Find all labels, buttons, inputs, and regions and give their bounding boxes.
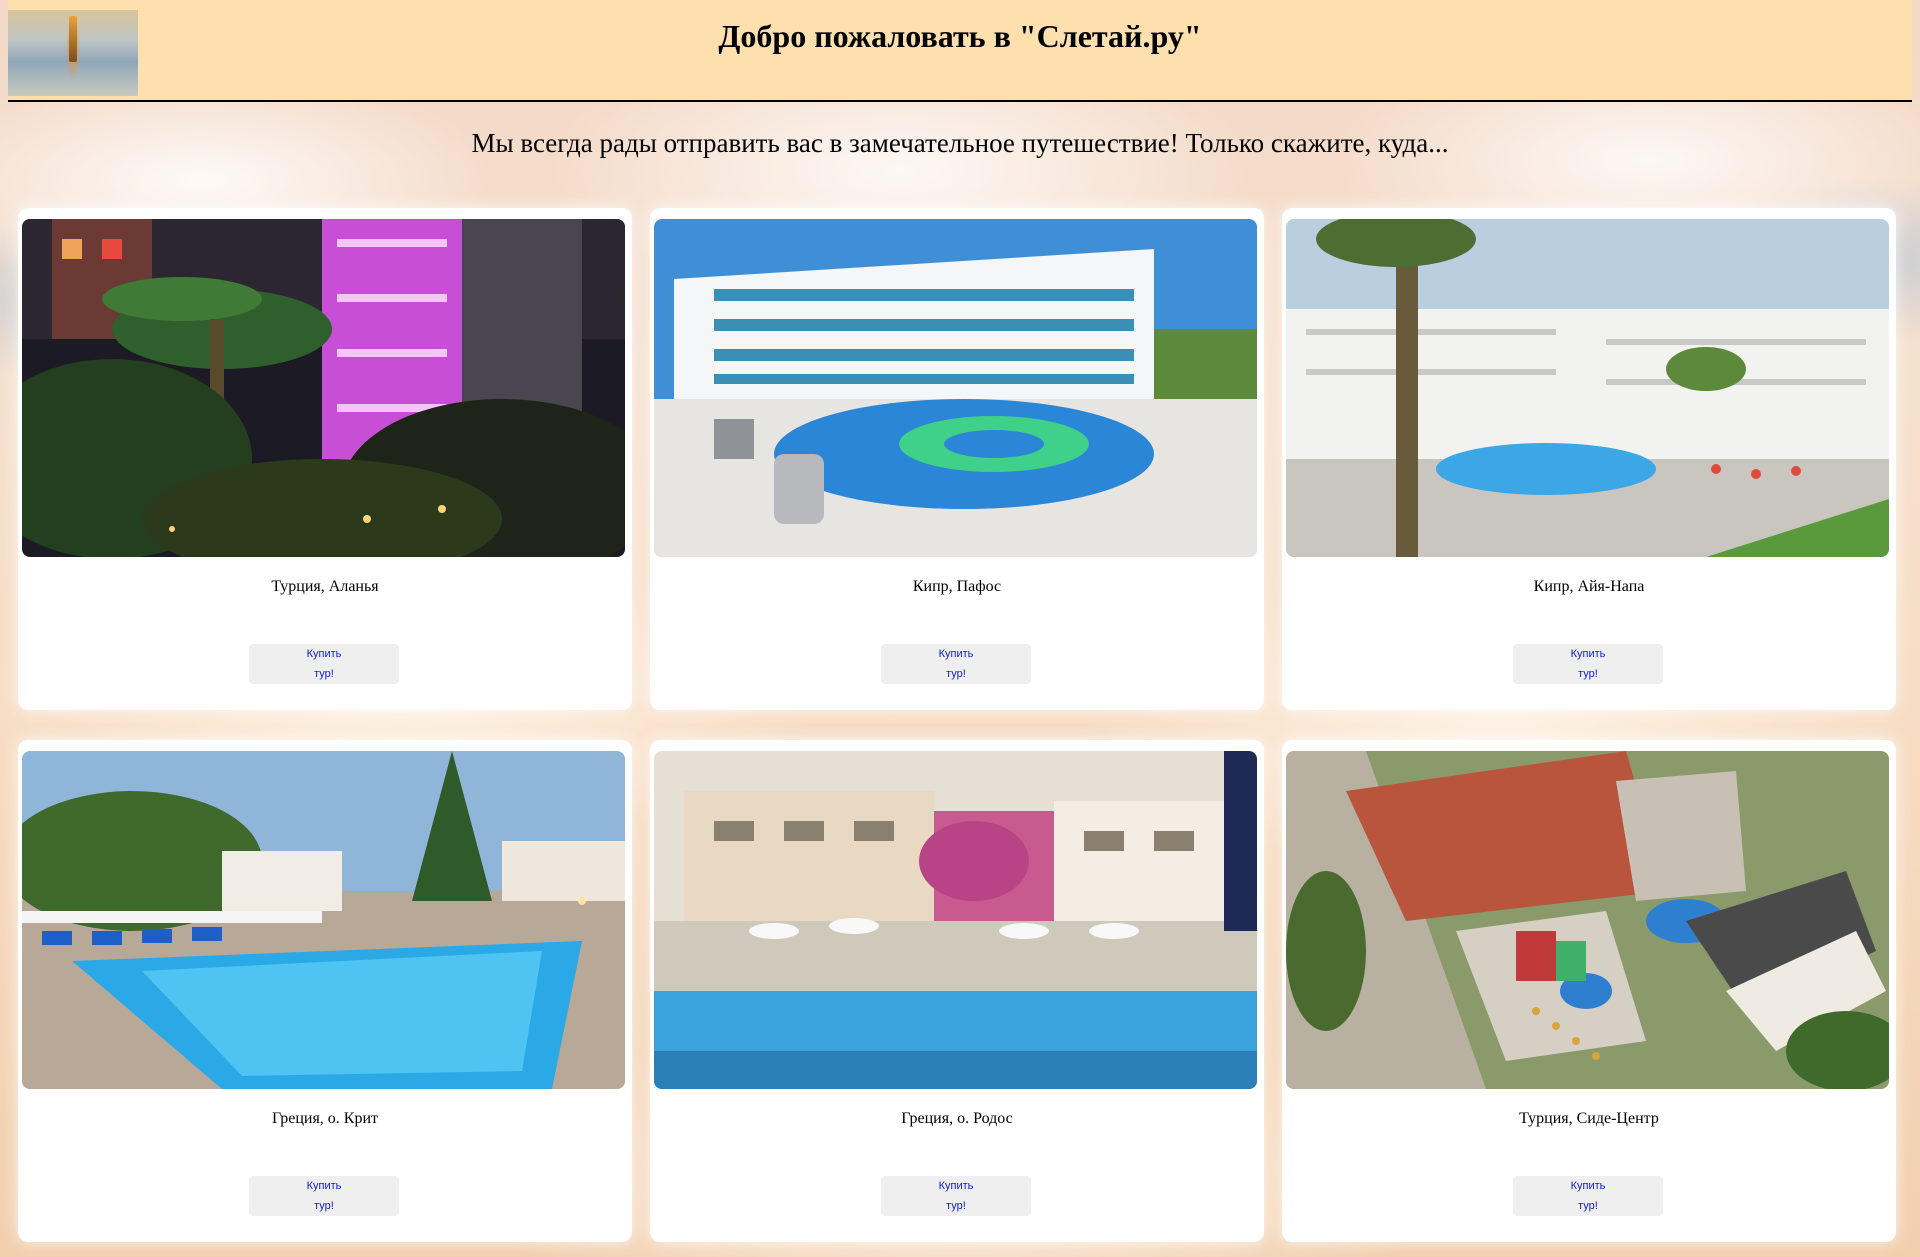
buy-button-label-line1: Купить	[306, 648, 342, 660]
buy-button-label-line1: Купить	[306, 1180, 342, 1192]
site-header: Добро пожаловать в "Слетай.ру"	[8, 0, 1912, 102]
tour-caption: Греция, о. Крит	[271, 1110, 379, 1127]
buy-button-label-line2: тур!	[314, 1200, 334, 1212]
tour-photo-white-hotel-pool	[654, 219, 1257, 557]
tour-grid: Турция, Аланья Купить тур! Кипр, Пафос К…	[18, 208, 1896, 1242]
buy-tour-button[interactable]: Купить тур!	[249, 644, 399, 684]
tour-photo-white-hotel-palm	[1286, 219, 1889, 557]
buy-button-label-line1: Купить	[1570, 648, 1606, 660]
tour-card: Греция, о. Родос Купить тур!	[650, 740, 1264, 1242]
buy-tour-button[interactable]: Купить тур!	[1513, 644, 1663, 684]
buy-button-label-line1: Купить	[938, 1180, 974, 1192]
site-title: Добро пожаловать в "Слетай.ру"	[718, 18, 1202, 54]
buy-button-label-line1: Купить	[938, 648, 974, 660]
buy-button-label-line2: тур!	[946, 1200, 966, 1212]
tour-caption: Турция, Аланья	[271, 578, 379, 595]
tour-photo-night-hotel	[22, 219, 625, 557]
tour-card: Турция, Аланья Купить тур!	[18, 208, 632, 710]
tagline: Мы всегда рады отправить вас в замечател…	[471, 128, 1449, 158]
tour-photo-aerial-hotel	[1286, 751, 1889, 1089]
buy-tour-button[interactable]: Купить тур!	[881, 644, 1031, 684]
buy-tour-button[interactable]: Купить тур!	[881, 1176, 1031, 1216]
tour-photo-evening-pool	[22, 751, 625, 1089]
buy-tour-button[interactable]: Купить тур!	[1513, 1176, 1663, 1216]
tour-caption: Турция, Сиде-Центр	[1519, 1110, 1659, 1127]
tour-caption: Кипр, Пафос	[912, 578, 1002, 595]
tour-caption: Греция, о. Родос	[901, 1110, 1013, 1127]
buy-tour-button[interactable]: Купить тур!	[249, 1176, 399, 1216]
buy-button-label-line2: тур!	[314, 668, 334, 680]
tour-card: Турция, Сиде-Центр Купить тур!	[1282, 740, 1896, 1242]
buy-button-label-line2: тур!	[946, 668, 966, 680]
tour-card: Греция, о. Крит Купить тур!	[18, 740, 632, 1242]
tour-caption: Кипр, Айя-Напа	[1533, 578, 1645, 595]
buy-button-label-line2: тур!	[1578, 1200, 1598, 1212]
buy-button-label-line1: Купить	[1570, 1180, 1606, 1192]
buy-button-label-line2: тур!	[1578, 668, 1598, 680]
tour-card: Кипр, Пафос Купить тур!	[650, 208, 1264, 710]
tour-card: Кипр, Айя-Напа Купить тур!	[1282, 208, 1896, 710]
tour-photo-hotel-pool-umbrellas	[654, 751, 1257, 1089]
